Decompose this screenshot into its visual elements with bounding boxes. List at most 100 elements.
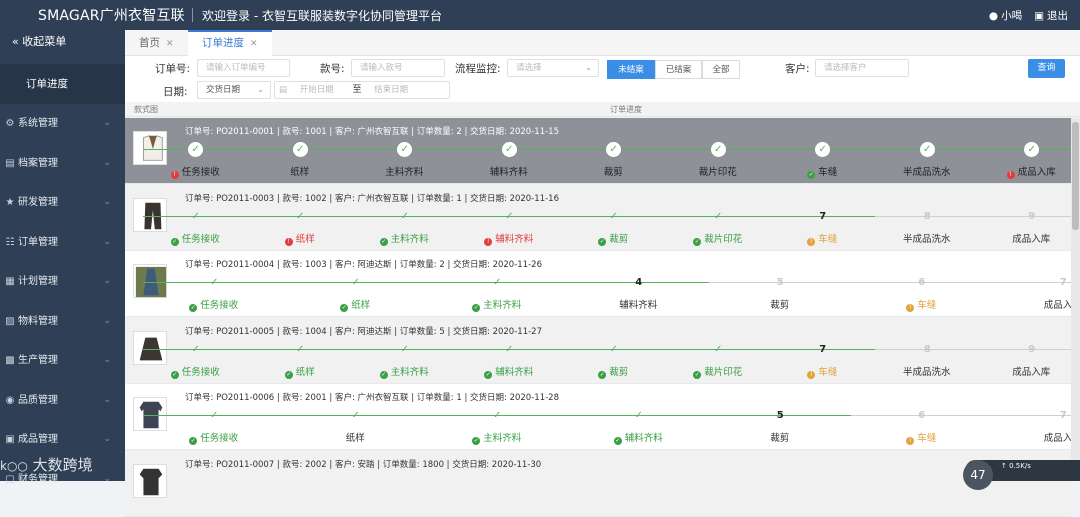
sidebar-item-1[interactable]: ▤ 档案管理 ⌄ (0, 144, 125, 184)
step-label: ! 车缝 (770, 364, 875, 379)
step-number: 5 (776, 277, 784, 288)
progress-step[interactable]: 5 裁剪 (709, 275, 851, 315)
step-number: 7 (819, 344, 827, 355)
close-icon[interactable]: ✕ (166, 39, 174, 49)
order-row[interactable]: 订单号: PO2011-0001 | 款号: 1001 | 客户: 广州衣智互联… (125, 118, 1080, 184)
order-row[interactable]: 订单号: PO2011-0003 | 款号: 1002 | 客户: 广州衣智互联… (125, 185, 1080, 251)
scrollbar[interactable] (1071, 118, 1080, 478)
step-label: 辅料齐料 (568, 297, 710, 311)
progress-step[interactable]: 4 辅料齐料 (567, 275, 710, 315)
progress-step[interactable]: 7! 车缝 (770, 209, 875, 249)
customer-select[interactable]: 请选择客户 (815, 59, 909, 77)
sidebar-item-4[interactable]: ▦ 计划管理 ⌄ (0, 262, 125, 302)
sidebar-item-3[interactable]: ☷ 订单管理 ⌄ (0, 223, 125, 263)
close-icon[interactable]: ✕ (250, 39, 258, 49)
order-no-input[interactable]: 请输入订单编号 (197, 59, 290, 77)
progress-step[interactable]: ✓! 辅料齐料 (456, 209, 561, 249)
sidebar-item-5[interactable]: ▨ 物料管理 ⌄ (0, 302, 125, 342)
logout-button[interactable]: ▣ 退出 (1034, 8, 1068, 23)
order-row[interactable]: 订单号: PO2011-0004 | 款号: 1003 | 客户: 阿迪达斯 |… (125, 251, 1080, 317)
step-name: 裁片印花 (698, 167, 737, 178)
sidebar-item-0[interactable]: ⚙ 系统管理 ⌄ (0, 104, 125, 144)
flow-placeholder: 请选择 (516, 63, 542, 73)
scrollbar-thumb[interactable] (1072, 122, 1079, 230)
progress-step[interactable]: ✓ ✓ 辅料齐料 (567, 408, 709, 448)
tab-home[interactable]: 首页 ✕ (125, 30, 188, 56)
progress-step[interactable]: 7 ! 车缝 (770, 342, 875, 382)
status-check-icon: ✓ (170, 371, 179, 379)
progress-step[interactable]: ✓ ✓ 纸样 (247, 342, 352, 382)
tab-order-progress[interactable]: 订单进度 ✕ (188, 30, 272, 56)
status-open-button[interactable]: 未结案 (607, 60, 655, 79)
progress-step[interactable]: ✓ ✓ 裁剪 (561, 342, 666, 382)
start-date-input[interactable]: 开始日期 (300, 85, 334, 95)
progress-step[interactable]: ✓ ✓ 辅料齐料 (456, 342, 561, 382)
user-icon: ● (988, 9, 999, 22)
user-menu[interactable]: ● 小喝 (989, 8, 1022, 23)
progress-step[interactable]: ✓! 任务接收 (143, 142, 248, 182)
progress-step[interactable]: ✓ ✓ 主料齐料 (352, 342, 457, 382)
status-closed-button[interactable]: 已结案 (655, 60, 702, 79)
progress-step[interactable]: ✓ 纸样 (247, 142, 352, 182)
progress-step[interactable]: ✓ 裁片印花 (665, 142, 771, 182)
sidebar-item-order-progress[interactable]: 订单进度 (0, 64, 125, 104)
step-number: 5 (776, 410, 784, 421)
query-button[interactable]: 查询 (1028, 59, 1065, 78)
step-label: 裁剪 (709, 430, 851, 444)
collapse-menu-button[interactable]: « 收起菜单 (0, 30, 125, 54)
progress-step[interactable]: ✓ 裁剪 (561, 142, 666, 182)
progress-step[interactable]: ✓ 纸样 (284, 408, 426, 448)
status-all-button[interactable]: 全部 (702, 60, 740, 79)
sidebar-item-2[interactable]: ★ 研发管理 ⌄ (0, 183, 125, 223)
progress-step[interactable]: ✓ ✓ 任务接收 (143, 408, 285, 448)
progress-step[interactable]: 9 成品入库 (979, 342, 1080, 382)
order-row[interactable]: 订单号: PO2011-0005 | 款号: 1004 | 客户: 阿迪达斯 |… (125, 318, 1080, 384)
double-chevron-left-icon: « (12, 35, 23, 48)
progress-step[interactable]: 7 成品入库 (992, 408, 1080, 448)
progress-step[interactable]: 6! 车缝 (850, 275, 992, 315)
chevron-down-icon: ⌄ (103, 394, 111, 405)
progress-step[interactable]: 8 半成品洗水 (874, 342, 979, 382)
order-row[interactable]: 订单号: PO2011-0007 | 款号: 2002 | 客户: 安踏 | 订… (125, 451, 1071, 517)
progress-step[interactable]: ✓ ✓ 主料齐料 (426, 408, 568, 448)
progress-step[interactable]: ✓ ✓ 任务接收 (143, 275, 285, 315)
progress-step[interactable]: ✓ ✓ 车缝 (770, 142, 875, 182)
progress-step[interactable]: 8 半成品洗水 (874, 209, 979, 249)
progress-step[interactable]: 9 成品入库 (979, 209, 1080, 249)
step-check-icon: ✓ (505, 211, 514, 222)
progress-step[interactable]: ✓ ✓ 主料齐料 (352, 209, 457, 249)
progress-step[interactable]: ✓! 成品入库 (979, 142, 1080, 182)
step-label: ✓ 主料齐料 (426, 297, 568, 312)
progress-step[interactable]: ✓ 辅料齐料 (456, 142, 561, 182)
progress-step[interactable]: 6! 车缝 (850, 408, 992, 448)
sidebar-item-7[interactable]: ◉ 品质管理 ⌄ (0, 381, 125, 421)
progress-step[interactable]: ✓ ✓ 纸样 (284, 275, 426, 315)
chevron-down-icon: ⌄ (103, 197, 111, 207)
progress-step[interactable]: ✓! 纸样 (247, 209, 352, 249)
date-type-select[interactable]: 交货日期 ⌄ (197, 81, 271, 99)
order-row[interactable]: 订单号: PO2011-0006 | 款号: 2001 | 客户: 广州衣智互联… (125, 384, 1080, 450)
flow-monitor-select[interactable]: 请选择 ⌄ (507, 59, 599, 77)
style-no-input[interactable]: 请输入款号 (351, 59, 445, 77)
progress-step[interactable]: ✓ ✓ 任务接收 (143, 342, 248, 382)
progress-step[interactable]: ✓ 半成品洗水 (874, 142, 979, 182)
date-range-input[interactable]: ▤ 开始日期 至 结束日期 (274, 81, 450, 99)
progress-step[interactable]: ✓ ✓ 裁片印花 (665, 209, 770, 249)
progress-step[interactable]: ✓ ✓ 任务接收 (143, 209, 248, 249)
sidebar-item-6[interactable]: ▩ 生产管理 ⌄ (0, 341, 125, 381)
step-label: 成品入库 (992, 430, 1080, 444)
end-date-input[interactable]: 结束日期 (374, 85, 408, 95)
step-name: 主料齐料 (385, 167, 424, 178)
step-number: 6 (918, 410, 926, 421)
progress-step[interactable]: 5 裁剪 (709, 408, 851, 448)
step-label: 裁片印花 (666, 164, 771, 178)
step-check-icon: ✓ (191, 211, 200, 222)
progress-step[interactable]: 7 成品入库 (992, 275, 1080, 315)
sidebar-item-label: 研发管理 (18, 197, 58, 208)
progress-step[interactable]: ✓ ✓ 主料齐料 (426, 275, 568, 315)
step-check-icon: ✓ (191, 344, 200, 355)
step-name: 主料齐料 (390, 234, 429, 245)
progress-step[interactable]: ✓ ✓ 裁剪 (561, 209, 666, 249)
progress-step[interactable]: ✓ 主料齐料 (352, 142, 457, 182)
progress-step[interactable]: ✓ ✓ 裁片印花 (665, 342, 770, 382)
